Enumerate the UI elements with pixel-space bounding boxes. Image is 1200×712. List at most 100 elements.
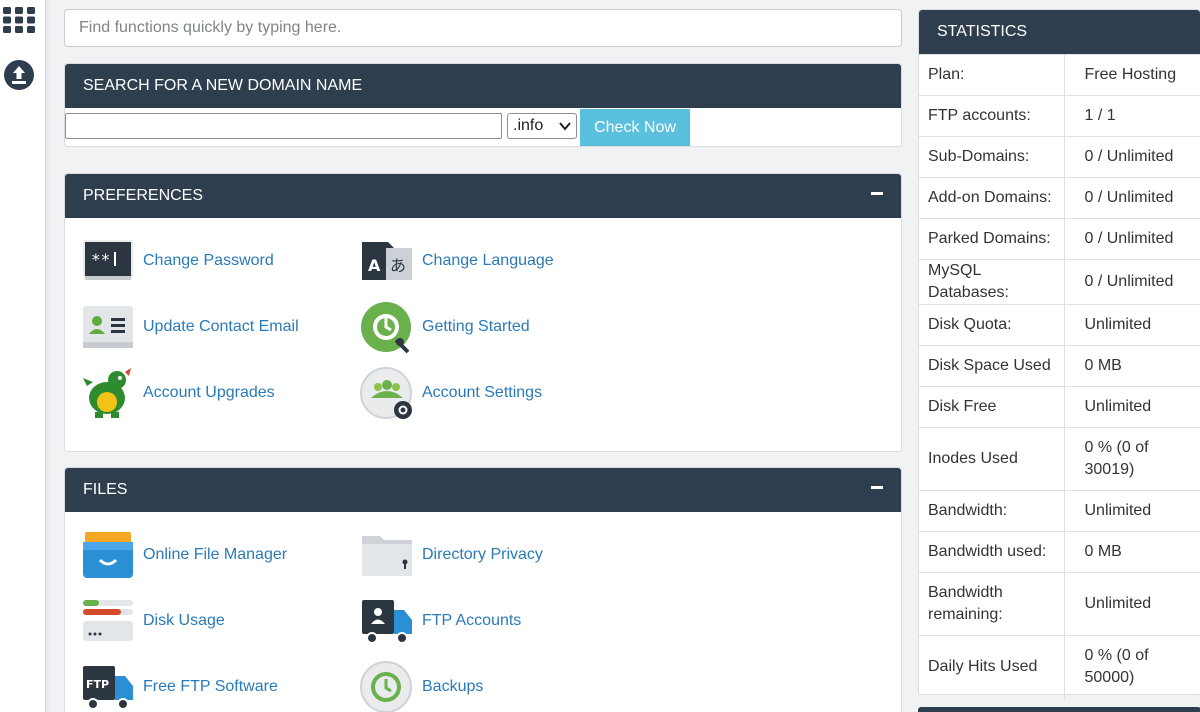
svg-text:FTP: FTP: [86, 678, 109, 691]
stat-value: 0 / Unlimited: [1063, 218, 1200, 260]
stat-value: 0 / Unlimited: [1063, 259, 1200, 305]
stat-row: FTP accounts: 1 / 1: [919, 95, 1200, 137]
getting-started-label: Getting Started: [422, 318, 530, 335]
stat-label: MySQL Databases:: [919, 259, 1064, 305]
stat-label: Disk Free: [919, 386, 1064, 428]
stat-value: Unlimited: [1063, 490, 1200, 532]
stat-value: 1 / 1: [1063, 95, 1200, 137]
locked-folder-icon: [360, 528, 414, 582]
change-language-link[interactable]: A あ Change Language: [360, 234, 554, 288]
chevron-down-icon: [559, 122, 571, 131]
stat-row: Sub-Domains: 0 / Unlimited: [919, 136, 1200, 178]
preferences-panel: PREFERENCES ** Change Password A あ Chang…: [64, 173, 902, 452]
stat-row: Bandwidth remaining: Unlimited: [919, 572, 1200, 636]
check-now-button[interactable]: Check Now: [580, 109, 690, 146]
stat-label: Disk Space Used: [919, 345, 1064, 387]
language-icon: A あ: [360, 234, 414, 288]
directory-privacy-link[interactable]: Directory Privacy: [360, 528, 543, 582]
contact-card-icon: [81, 300, 135, 354]
statistics-panel: STATISTICS Plan: Free Hosting FTP accounts…: [918, 9, 1200, 699]
stat-label: Sub-Domains:: [919, 136, 1064, 178]
stat-label: Bandwidth used:: [919, 531, 1064, 573]
change-language-label: Change Language: [422, 252, 554, 269]
tld-selected-value: .info: [513, 117, 544, 134]
account-settings-link[interactable]: Account Settings: [360, 366, 542, 420]
stat-row: Bandwidth: Unlimited: [919, 490, 1200, 532]
backups-link[interactable]: Backups: [360, 660, 483, 712]
domain-name-input[interactable]: [65, 113, 502, 139]
domain-search-row: .info Check Now: [65, 108, 901, 148]
stat-label: Daily Hits Used: [919, 635, 1064, 699]
backups-label: Backups: [422, 678, 484, 695]
files-panel: FILES Online File Manager Directory Priv…: [64, 467, 902, 712]
stat-row: Bandwidth used: 0 MB: [919, 531, 1200, 573]
grid-icon[interactable]: [3, 7, 35, 33]
stat-value: 0 MB: [1063, 531, 1200, 573]
stat-label: Bandwidth:: [919, 490, 1064, 532]
svg-text:A: A: [368, 256, 381, 275]
stat-value: 0 / Unlimited: [1063, 177, 1200, 219]
getting-started-link[interactable]: Getting Started: [360, 300, 530, 354]
stat-label: Parked Domains:: [919, 218, 1064, 260]
online-file-manager-label: Online File Manager: [143, 546, 288, 563]
update-contact-email-link[interactable]: Update Contact Email: [81, 300, 299, 354]
domain-search-title: SEARCH FOR A NEW DOMAIN NAME: [65, 64, 901, 108]
free-ftp-software-link[interactable]: FTP Free FTP Software: [81, 660, 278, 712]
next-panel-header: [918, 707, 1200, 712]
stat-row: Add-on Domains: 0 / Unlimited: [919, 177, 1200, 219]
stat-value: 0 % (0 of 50000): [1063, 635, 1200, 699]
password-icon: **: [81, 234, 135, 288]
change-password-link[interactable]: ** Change Password: [81, 234, 274, 288]
stat-label: FTP accounts:: [919, 95, 1064, 137]
stat-label: Plan:: [919, 54, 1064, 96]
disk-usage-link[interactable]: Disk Usage: [81, 594, 225, 648]
stat-value: 0 % (0 of 30019): [1063, 427, 1200, 491]
stat-row: Disk Space Used 0 MB: [919, 345, 1200, 387]
stat-value: 0 / Unlimited: [1063, 136, 1200, 178]
files-title: FILES: [83, 481, 128, 498]
stat-label: Disk Quota:: [919, 304, 1064, 346]
stat-value: Unlimited: [1063, 386, 1200, 428]
stat-value: 0 MB: [1063, 345, 1200, 387]
update-contact-email-label: Update Contact Email: [143, 318, 299, 335]
collapse-icon[interactable]: [871, 486, 883, 489]
ftp-accounts-label: FTP Accounts: [422, 612, 522, 629]
stat-label: Inodes Used: [919, 427, 1064, 491]
stat-row: Daily Hits Used 0 % (0 of 50000): [919, 635, 1200, 699]
statistics-title: STATISTICS: [919, 10, 1200, 54]
stat-row: Disk Quota: Unlimited: [919, 304, 1200, 346]
ftp-accounts-link[interactable]: FTP Accounts: [360, 594, 521, 648]
account-upgrades-link[interactable]: Account Upgrades: [81, 366, 275, 420]
stat-row: Disk Free Unlimited: [919, 386, 1200, 428]
directory-privacy-label: Directory Privacy: [422, 546, 543, 563]
statistics-table: Plan: Free Hosting FTP accounts: 1 / 1 Sub-D…: [919, 54, 1200, 699]
dragon-icon: [81, 366, 135, 420]
disk-usage-label: Disk Usage: [143, 612, 225, 629]
ftp-truck-user-icon: [360, 594, 414, 648]
quick-search-input[interactable]: [64, 9, 902, 47]
ftp-truck-icon: FTP: [81, 660, 135, 712]
online-file-manager-link[interactable]: Online File Manager: [81, 528, 287, 582]
stat-row: MySQL Databases: 0 / Unlimited: [919, 259, 1200, 305]
svg-text:**: **: [91, 250, 110, 269]
stat-value: Free Hosting: [1063, 54, 1200, 96]
stat-row: Parked Domains: 0 / Unlimited: [919, 218, 1200, 260]
preferences-title: PREFERENCES: [83, 187, 204, 204]
account-settings-label: Account Settings: [422, 384, 543, 401]
domain-search-panel: SEARCH FOR A NEW DOMAIN NAME .info Check…: [64, 63, 902, 147]
change-password-label: Change Password: [143, 252, 274, 269]
stat-value: Unlimited: [1063, 572, 1200, 636]
disk-usage-icon: [81, 594, 135, 648]
backup-clock-icon: [360, 660, 414, 712]
file-drawer-icon: [81, 528, 135, 582]
preferences-header: PREFERENCES: [65, 174, 901, 218]
svg-text:あ: あ: [390, 256, 406, 275]
files-header: FILES: [65, 468, 901, 512]
upload-icon[interactable]: [3, 59, 35, 91]
stat-row: Plan: Free Hosting: [919, 54, 1200, 96]
left-rail: [0, 0, 46, 712]
tld-select[interactable]: .info: [507, 113, 577, 139]
collapse-icon[interactable]: [871, 192, 883, 195]
users-gear-icon: [360, 366, 414, 420]
account-upgrades-label: Account Upgrades: [143, 384, 275, 401]
